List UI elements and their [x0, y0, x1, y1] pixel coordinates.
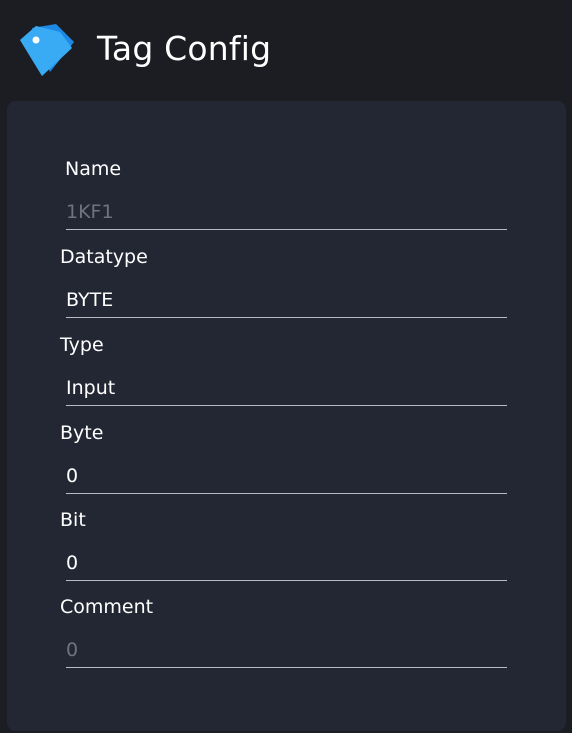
byte-field[interactable]: 0 — [66, 457, 507, 494]
app-header: Tag Config — [0, 0, 572, 97]
page-title: Tag Config — [97, 29, 272, 68]
byte-value: 0 — [66, 465, 79, 487]
datatype-value: BYTE — [66, 289, 114, 311]
bit-label: Bit — [60, 509, 86, 531]
tag-config-panel: Name 1KF1 Datatype BYTE Type Input Byte … — [7, 101, 566, 731]
comment-value: 0 — [66, 639, 79, 661]
name-field[interactable]: 1KF1 — [66, 193, 507, 230]
type-label: Type — [60, 334, 104, 356]
type-field[interactable]: Input — [66, 369, 507, 406]
name-value: 1KF1 — [66, 201, 114, 223]
bit-value: 0 — [66, 552, 79, 574]
comment-label: Comment — [60, 596, 154, 618]
datatype-field[interactable]: BYTE — [66, 281, 507, 318]
tag-icon — [20, 24, 74, 76]
byte-label: Byte — [60, 422, 104, 444]
type-value: Input — [66, 377, 116, 399]
name-label: Name — [65, 158, 122, 180]
bit-field[interactable]: 0 — [66, 544, 507, 581]
comment-field[interactable]: 0 — [66, 631, 507, 668]
datatype-label: Datatype — [60, 246, 148, 268]
